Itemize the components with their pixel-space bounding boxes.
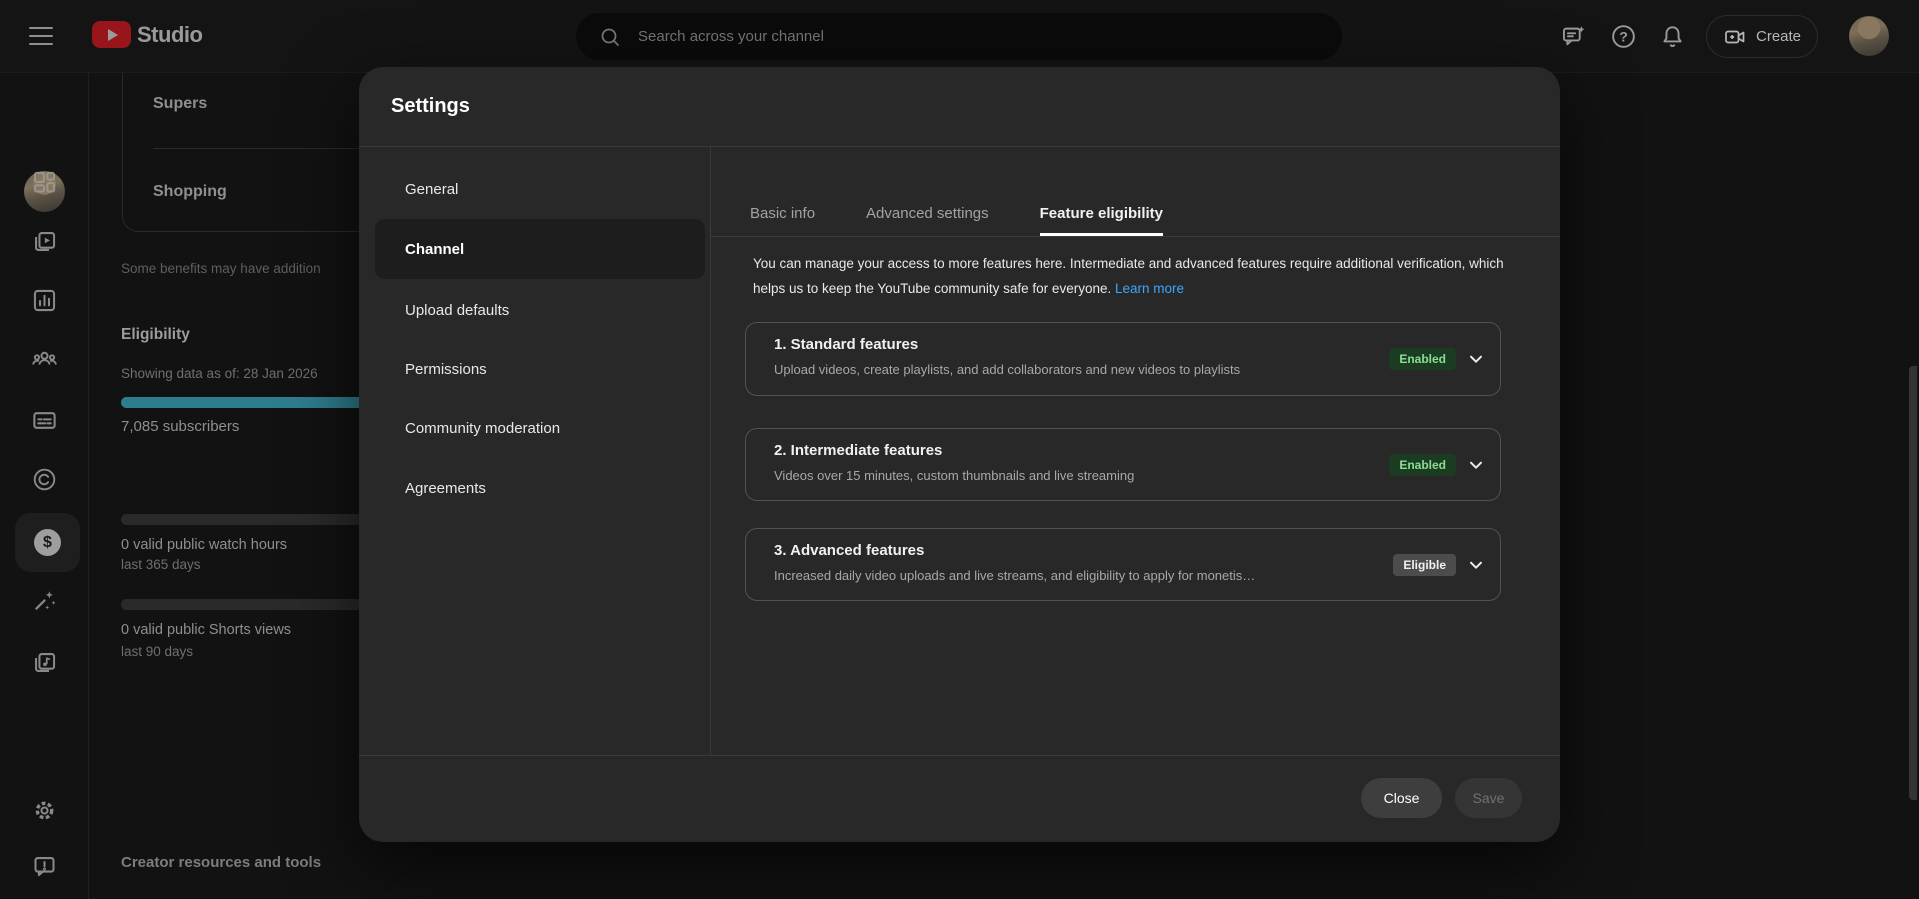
- tab-feature-eligibility[interactable]: Feature eligibility: [1039, 205, 1164, 236]
- divider: [359, 146, 1560, 147]
- feature-card-intermediate[interactable]: 2. Intermediate features Videos over 15 …: [745, 428, 1501, 501]
- close-button[interactable]: Close: [1361, 778, 1442, 818]
- subtitles-icon[interactable]: [31, 407, 58, 434]
- watch-hours-text: 0 valid public watch hours: [121, 537, 288, 553]
- settings-nav-community-moderation[interactable]: Community moderation: [375, 398, 705, 458]
- analytics-icon[interactable]: [31, 287, 58, 314]
- notifications-bell-icon[interactable]: [1659, 23, 1686, 50]
- shorts-views-period: last 90 days: [121, 644, 194, 659]
- help-icon[interactable]: ?: [1610, 23, 1637, 50]
- create-label: Create: [1756, 28, 1802, 45]
- settings-gear-icon[interactable]: [31, 797, 58, 824]
- eligibility-as-of: Showing data as of: 28 Jan 2026: [121, 366, 318, 381]
- status-badge: Enabled: [1389, 348, 1456, 370]
- feature-title: 2. Intermediate features: [774, 442, 943, 459]
- page-scrollbar[interactable]: [1909, 366, 1917, 800]
- content-icon[interactable]: [31, 228, 58, 255]
- youtube-studio-logo[interactable]: Studio: [92, 21, 203, 48]
- status-badge: Eligible: [1393, 553, 1456, 576]
- chevron-down-icon[interactable]: [1466, 349, 1486, 369]
- settings-nav-permissions[interactable]: Permissions: [375, 339, 705, 399]
- chevron-down-icon[interactable]: [1466, 555, 1486, 575]
- earn-item-selected[interactable]: $: [15, 513, 80, 572]
- topbar: Studio ? Create: [0, 0, 1919, 73]
- divider: [711, 236, 1560, 237]
- create-button[interactable]: Create: [1706, 15, 1819, 58]
- create-video-icon: [1725, 30, 1745, 43]
- feature-card-advanced[interactable]: 3. Advanced features Increased daily vid…: [745, 528, 1501, 601]
- send-feedback-icon[interactable]: [31, 853, 58, 880]
- brand-name: Studio: [137, 21, 203, 47]
- benefits-note: Some benefits may have addition: [121, 261, 321, 276]
- settings-nav-general[interactable]: General: [375, 159, 705, 219]
- svg-text:?: ?: [1619, 28, 1628, 44]
- customization-wand-icon[interactable]: [31, 587, 58, 614]
- settings-dialog: Settings General Channel Upload defaults…: [359, 67, 1560, 842]
- settings-nav-channel[interactable]: Channel: [375, 219, 705, 279]
- divider: [359, 755, 1560, 756]
- feature-card-standard[interactable]: 1. Standard features Upload videos, crea…: [745, 322, 1501, 396]
- account-avatar[interactable]: [1849, 16, 1889, 56]
- community-icon[interactable]: [31, 346, 58, 373]
- feature-eligibility-description: You can manage your access to more featu…: [753, 251, 1523, 301]
- sidebar: $: [0, 73, 89, 899]
- tab-basic-info[interactable]: Basic info: [750, 205, 815, 236]
- benefit-row-shopping[interactable]: Shopping: [153, 183, 227, 201]
- benefit-row-supers[interactable]: Supers: [153, 95, 207, 113]
- divider: [710, 147, 711, 755]
- feature-desc: Upload videos, create playlists, and add…: [774, 362, 1241, 377]
- learn-more-link[interactable]: Learn more: [1115, 281, 1184, 296]
- channel-tabs: Basic info Advanced settings Feature eli…: [750, 205, 1164, 236]
- menu-icon[interactable]: [29, 27, 53, 45]
- watch-hours-period: last 365 days: [121, 557, 201, 572]
- search-bar[interactable]: [576, 13, 1342, 60]
- chevron-down-icon[interactable]: [1466, 455, 1486, 475]
- feedback-sparkle-icon[interactable]: [1560, 23, 1587, 50]
- audio-library-icon[interactable]: [31, 649, 58, 676]
- search-input[interactable]: [638, 28, 1342, 45]
- dialog-title: Settings: [391, 95, 470, 117]
- save-button[interactable]: Save: [1455, 778, 1522, 818]
- feature-desc: Increased daily video uploads and live s…: [774, 568, 1256, 583]
- copyright-icon[interactable]: [31, 466, 58, 493]
- tab-advanced-settings[interactable]: Advanced settings: [866, 205, 989, 236]
- eligibility-title: Eligibility: [121, 326, 190, 343]
- dashboard-icon[interactable]: [31, 169, 58, 196]
- subscribers-count: 7,085 subscribers: [121, 418, 240, 435]
- shorts-views-text: 0 valid public Shorts views: [121, 622, 292, 638]
- earn-dollar-icon: $: [34, 529, 61, 556]
- feature-title: 1. Standard features: [774, 336, 919, 353]
- search-icon: [601, 28, 620, 46]
- youtube-logo-icon: [92, 21, 131, 48]
- status-badge: Enabled: [1389, 453, 1456, 476]
- feature-title: 3. Advanced features: [774, 542, 925, 559]
- creator-resources-heading: Creator resources and tools: [121, 854, 322, 871]
- settings-nav-upload-defaults[interactable]: Upload defaults: [375, 280, 705, 340]
- settings-nav-agreements[interactable]: Agreements: [375, 458, 705, 518]
- feature-desc: Videos over 15 minutes, custom thumbnail…: [774, 468, 1135, 483]
